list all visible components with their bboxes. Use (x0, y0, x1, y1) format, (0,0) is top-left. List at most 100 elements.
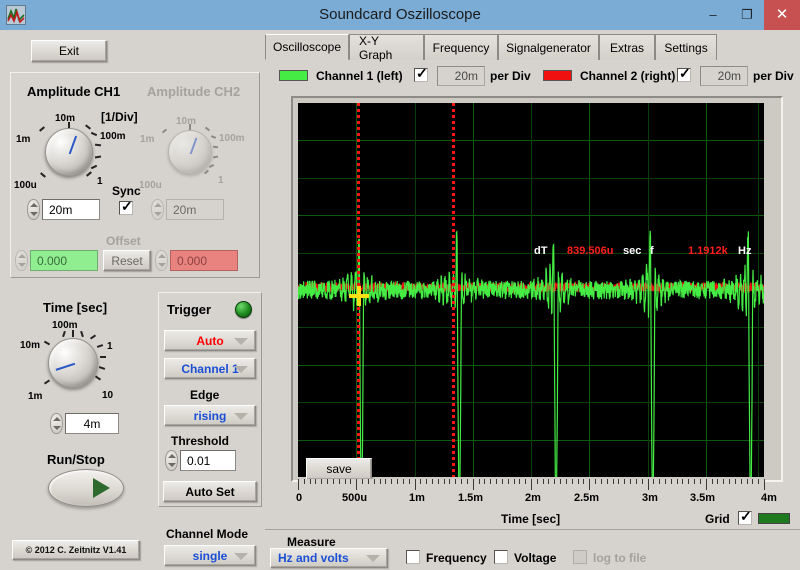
chevron-down-icon (234, 365, 248, 373)
time-input[interactable]: 4m (65, 413, 119, 434)
offset-ch1-input[interactable]: 0.000 (30, 250, 98, 271)
time-stepper[interactable] (50, 413, 63, 434)
exit-button[interactable]: Exit (31, 40, 107, 62)
tab-extras-label: Extras (609, 40, 644, 55)
sync-label: Sync (112, 184, 141, 198)
xtick-1m: 1m (409, 492, 425, 504)
grid-checkbox[interactable]: ✓ (738, 509, 752, 525)
ch1-knob-tick-10m: 10m (55, 113, 76, 124)
ch1-knob-tick-1m: 1m (16, 134, 31, 145)
bottom-separator (265, 529, 800, 530)
scope-display[interactable]: dT 839.506u sec f 1.1912k Hz (298, 103, 764, 477)
ch1-knob-tick-1: 1 (97, 176, 103, 187)
amplitude-ch2-title: Amplitude CH2 (147, 84, 241, 99)
tab-frequency[interactable]: Frequency (424, 34, 498, 60)
voltage-checkbox[interactable] (494, 550, 508, 564)
x-axis-title: Time [sec] (501, 512, 561, 526)
trigger-mode-dropdown[interactable]: Auto (164, 330, 256, 351)
chevron-down-icon (234, 412, 248, 420)
channel1-color-swatch (279, 70, 308, 81)
run-stop-label: Run/Stop (47, 452, 105, 467)
xtick-0: 0 (296, 492, 303, 504)
save-button[interactable]: save (306, 458, 372, 480)
channel2-perdiv-label: per Div (753, 69, 794, 83)
offset-ch2-input[interactable]: 0.000 (170, 250, 238, 271)
tab-xy-graph-label: X-Y Graph (359, 33, 393, 62)
log-to-file-checkbox[interactable] (573, 550, 587, 564)
time-knob-tick-1m: 1m (28, 391, 43, 402)
measure-f-unit: Hz (738, 245, 752, 257)
tab-signalgenerator-label: Signalgenerator (506, 40, 591, 55)
chevron-down-icon (234, 552, 248, 560)
trigger-led (235, 301, 252, 318)
minimize-icon: – (709, 7, 717, 22)
save-button-label: save (326, 462, 352, 476)
amplitude-ch1-input[interactable]: 20m (42, 199, 100, 220)
ch2-knob-tick-1m: 1m (140, 134, 155, 145)
ch1-knob-tick-100u: 100u (14, 180, 37, 191)
xtick-2_5m: 2.5m (574, 492, 600, 504)
channel1-enable-checkbox[interactable]: ✓ (414, 66, 428, 82)
trigger-source-dropdown[interactable]: Channel 1 (164, 358, 256, 379)
trigger-threshold-stepper[interactable] (165, 450, 178, 471)
close-button[interactable]: ✕ (764, 0, 800, 30)
amplitude-ch1-knob[interactable] (45, 128, 93, 176)
title-bar: Soundcard Oszilloscope – ❐ ✕ (0, 0, 800, 30)
copyright-text: © 2012 C. Zeitnitz V1.41 (25, 545, 127, 555)
trigger-edge-value: rising (193, 408, 227, 423)
tab-extras[interactable]: Extras (599, 34, 655, 60)
xtick-3_5m: 3.5m (690, 492, 716, 504)
time-knob-tick-1: 1 (107, 341, 113, 352)
offset-ch2-stepper[interactable] (155, 250, 168, 271)
trigger-threshold-input[interactable]: 0.01 (180, 450, 236, 471)
tab-xy-graph[interactable]: X-Y Graph (349, 33, 424, 62)
amplitude-ch2-input[interactable]: 20m (166, 199, 224, 220)
copyright-plate: © 2012 C. Zeitnitz V1.41 (12, 540, 140, 560)
auto-set-button[interactable]: Auto Set (163, 481, 257, 502)
channel1-label: Channel 1 (left) (316, 69, 403, 83)
trigger-source-value: Channel 1 (181, 361, 239, 376)
offset-ch1-stepper[interactable] (15, 250, 28, 271)
frequency-checkbox[interactable] (406, 550, 420, 564)
offset-label: Offset (106, 234, 141, 248)
tab-oscilloscope[interactable]: Oscilloscope (265, 34, 349, 60)
voltage-label: Voltage (514, 551, 557, 565)
channel1-perdiv-input[interactable]: 20m (437, 66, 485, 86)
application-window: Soundcard Oszilloscope – ❐ ✕ Exit Amplit… (0, 0, 800, 570)
cursor-line-2[interactable] (452, 103, 455, 477)
play-icon (93, 478, 110, 498)
xtick-2m: 2m (525, 492, 541, 504)
channel2-perdiv-input[interactable]: 20m (700, 66, 748, 86)
exit-button-label: Exit (58, 44, 79, 58)
sync-checkbox[interactable]: ✓ (119, 199, 133, 215)
trigger-title: Trigger (167, 302, 212, 317)
measure-mode-dropdown[interactable]: Hz and volts (270, 548, 388, 568)
log-to-file-label: log to file (593, 551, 647, 565)
maximize-button[interactable]: ❐ (730, 0, 764, 30)
channel-mode-dropdown[interactable]: single (164, 545, 256, 566)
trigger-threshold-label: Threshold (171, 434, 230, 448)
time-knob[interactable] (48, 338, 98, 388)
time-title: Time [sec] (43, 300, 108, 315)
trigger-edge-dropdown[interactable]: rising (164, 405, 256, 426)
window-title: Soundcard Oszilloscope (319, 6, 481, 23)
tab-oscilloscope-label: Oscilloscope (272, 40, 342, 54)
tab-signalgenerator[interactable]: Signalgenerator (498, 34, 599, 60)
measure-f-label: f (650, 245, 654, 257)
frequency-label: Frequency (426, 551, 487, 565)
amplitude-ch2-knob[interactable] (168, 130, 212, 174)
tab-strip: Oscilloscope X-Y Graph Frequency Signalg… (265, 33, 795, 62)
chevron-down-icon (366, 555, 380, 562)
minimize-button[interactable]: – (696, 0, 730, 30)
tab-settings-label: Settings (664, 40, 708, 55)
run-stop-button[interactable] (48, 469, 124, 507)
offset-reset-button[interactable]: Reset (103, 250, 151, 271)
grid-label: Grid (705, 512, 730, 526)
maximize-icon: ❐ (741, 7, 753, 22)
amplitude-ch1-stepper[interactable] (27, 199, 40, 220)
amplitude-ch2-stepper[interactable] (151, 199, 164, 220)
tab-settings[interactable]: Settings (655, 34, 717, 60)
channel-mode-value: single (192, 548, 228, 563)
channel2-enable-checkbox[interactable]: ✓ (677, 66, 691, 82)
grid-color-swatch[interactable] (758, 513, 790, 524)
